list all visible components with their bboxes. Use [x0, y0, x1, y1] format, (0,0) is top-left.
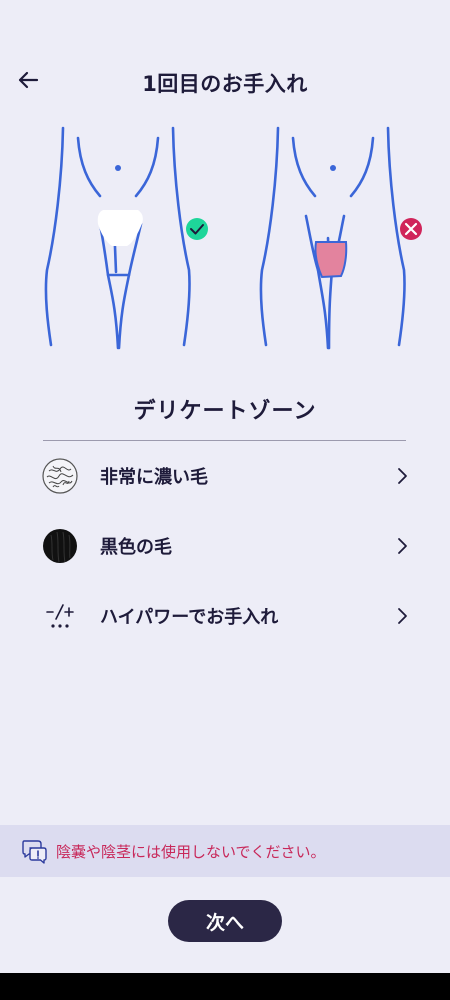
zone-highlight-ng [314, 241, 348, 279]
zone-title: デリケートゾーン [133, 399, 317, 424]
option-label: 黒色の毛 [100, 537, 172, 558]
next-button[interactable]: 次へ [168, 900, 282, 942]
warning-notice: 陰嚢や陰茎には使用しないでください。 [0, 825, 450, 877]
body-illustrations [44, 126, 422, 350]
body-figure-ng [259, 126, 406, 350]
close-icon [400, 218, 422, 240]
page-title: 1回目のお手入れ [142, 72, 308, 96]
navel-dot-left [115, 165, 121, 171]
option-label: 非常に濃い毛 [100, 467, 208, 488]
system-nav-bar [0, 973, 450, 1000]
chevron-right-icon [392, 606, 412, 626]
chat-warning-icon [22, 840, 47, 864]
power-level-icon [40, 596, 80, 636]
chevron-right-icon [392, 536, 412, 556]
option-high-power[interactable]: ハイパワーでお手入れ [40, 590, 412, 642]
notice-text: 陰嚢や陰茎には使用しないでください。 [56, 842, 326, 861]
divider [43, 440, 406, 441]
option-dense-hair[interactable]: 非常に濃い毛 [40, 450, 412, 502]
check-icon [186, 218, 208, 240]
dense-hair-icon [40, 456, 80, 496]
chevron-right-icon [392, 466, 412, 486]
option-black-hair[interactable]: 黒色の毛 [40, 520, 412, 572]
navel-dot-right [330, 165, 336, 171]
option-label: ハイパワーでお手入れ [100, 607, 279, 628]
black-hair-icon [40, 526, 80, 566]
